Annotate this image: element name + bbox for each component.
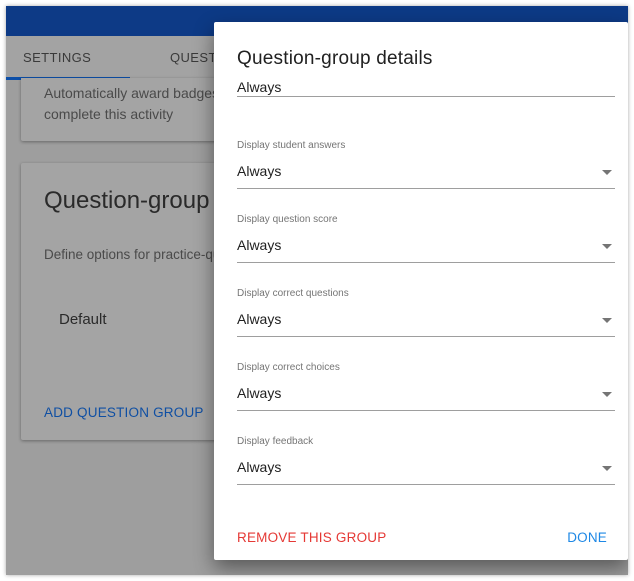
dialog-scroll-area[interactable]: Always Display student answers Always Di… — [214, 82, 628, 494]
field-label: Display correct choices — [237, 362, 340, 373]
field-display-correct-questions: Display correct questions Always — [237, 287, 615, 337]
caret-down-icon — [602, 170, 612, 175]
field-label: Display correct questions — [237, 288, 349, 299]
select-value: Always — [237, 163, 282, 179]
student-answers-select[interactable]: Always — [237, 157, 615, 189]
select-value: Always — [237, 311, 282, 327]
tab-settings[interactable]: SETTINGS — [23, 36, 91, 80]
done-button[interactable]: DONE — [567, 530, 607, 545]
field-display-student-answers: Display student answers Always — [237, 139, 615, 189]
field-display-correct-choices: Display correct choices Always — [237, 361, 615, 411]
section-description: Define options for practice-qu — [44, 247, 221, 262]
group-item-default[interactable]: Default — [59, 311, 107, 328]
select-value: Always — [237, 385, 282, 401]
field-display-question-score: Display question score Always — [237, 213, 615, 263]
caret-down-icon — [602, 318, 612, 323]
select-value: Always — [237, 459, 282, 475]
dialog-title: Question-group details — [237, 48, 433, 69]
correct-choices-select[interactable]: Always — [237, 379, 615, 411]
correct-questions-select[interactable]: Always — [237, 305, 615, 337]
partial-select-underline — [237, 96, 615, 97]
add-question-group-button[interactable]: ADD QUESTION GROUP — [44, 405, 204, 420]
field-label: Display feedback — [237, 436, 314, 447]
caret-down-icon — [602, 392, 612, 397]
section-title: Question-group s — [44, 187, 229, 214]
partial-select-value[interactable]: Always — [237, 82, 281, 95]
select-value: Always — [237, 237, 282, 253]
field-display-feedback: Display feedback Always — [237, 435, 615, 485]
caret-down-icon — [602, 244, 612, 249]
feedback-select[interactable]: Always — [237, 453, 615, 485]
remove-group-button[interactable]: REMOVE THIS GROUP — [237, 530, 386, 545]
field-label: Display student answers — [237, 140, 346, 151]
question-score-select[interactable]: Always — [237, 231, 615, 263]
question-group-dialog: Question-group details Always Display st… — [214, 22, 628, 560]
field-label: Display question score — [237, 214, 338, 225]
app-window: SETTINGS QUESTI Automatically award badg… — [6, 6, 628, 575]
caret-down-icon — [602, 466, 612, 471]
